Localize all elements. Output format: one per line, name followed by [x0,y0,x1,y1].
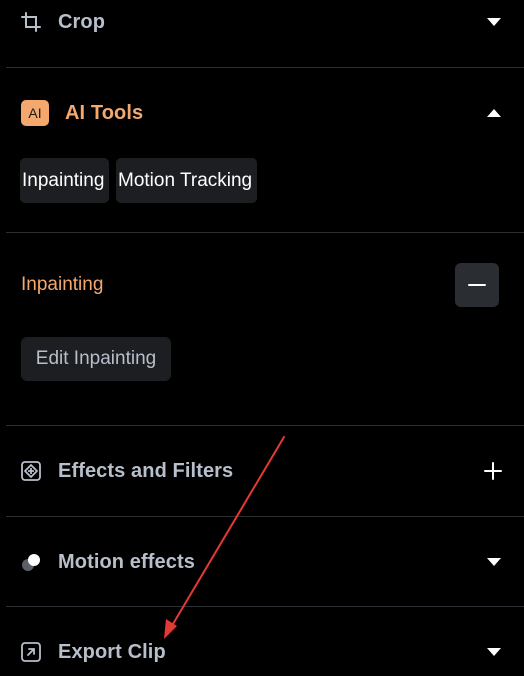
crop-section-title: Crop [58,11,106,33]
chevron-down-icon[interactable] [487,558,501,566]
effects-section-header[interactable]: Effects and Filters [0,449,524,493]
export-section-header[interactable]: Export Clip [0,630,524,674]
motion-effects-section-title: Motion effects [58,551,195,573]
ai-tools-section-header[interactable]: AI AI Tools [0,91,524,135]
effects-section-title: Effects and Filters [58,460,234,482]
edit-inpainting-button[interactable]: Edit Inpainting [21,337,171,381]
editor-side-panel: Crop AI AI Tools Inpainting Motion Track… [0,0,524,676]
collapse-inpainting-button[interactable] [455,263,499,307]
section-divider [6,67,524,68]
tool-tab-motion-tracking[interactable]: Motion Tracking [116,158,257,203]
section-divider [6,606,524,607]
chevron-down-icon[interactable] [487,18,501,26]
minus-icon [468,284,486,286]
export-icon [20,641,42,663]
ai-tools-section-title: AI Tools [65,102,144,124]
section-divider [6,232,524,233]
tool-tab-inpainting[interactable]: Inpainting [20,158,109,203]
inpainting-subsection-title: Inpainting [21,274,104,295]
export-section-title: Export Clip [58,641,166,663]
chevron-up-icon[interactable] [487,109,501,117]
section-divider [6,425,524,426]
ai-badge-icon: AI [21,100,49,126]
effects-icon [20,460,42,482]
section-divider [6,516,524,517]
crop-icon [20,11,42,33]
motion-effects-section-header[interactable]: Motion effects [0,540,524,584]
crop-section-header[interactable]: Crop [0,0,524,44]
motion-effects-icon [20,551,42,573]
chevron-down-icon[interactable] [487,648,501,656]
plus-icon[interactable] [484,462,502,480]
